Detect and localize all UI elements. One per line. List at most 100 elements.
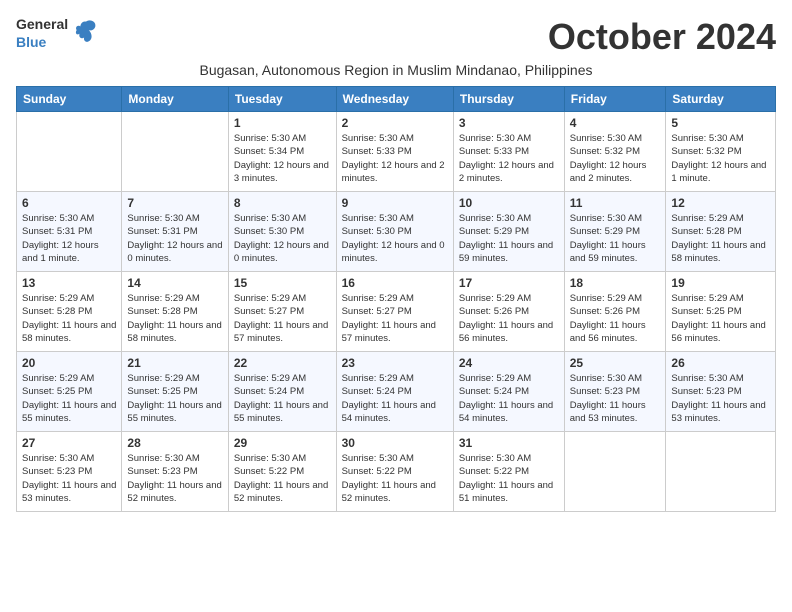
calendar-cell: 11 Sunrise: 5:30 AMSunset: 5:29 PMDayligh…: [564, 192, 666, 272]
calendar-week-row: 6 Sunrise: 5:30 AMSunset: 5:31 PMDaylight…: [17, 192, 776, 272]
calendar-cell: 26Sunrise: 5:30 AMSunset: 5:23 PMDayligh…: [666, 352, 776, 432]
calendar-cell: 20 Sunrise: 5:29 AMSunset: 5:25 PMDayligh…: [17, 352, 122, 432]
day-info: Sunrise: 5:29 AMSunset: 5:27 PMDaylight:…: [342, 292, 448, 345]
day-number: 12: [671, 196, 770, 210]
day-number: 2: [342, 116, 448, 130]
header-wednesday: Wednesday: [336, 87, 453, 112]
day-number: 5: [671, 116, 770, 130]
day-number: 27: [22, 436, 116, 450]
day-info: Sunrise: 5:30 AMSunset: 5:22 PMDaylight:…: [234, 452, 331, 505]
day-info: Sunrise: 5:29 AMSunset: 5:25 PMDaylight:…: [671, 292, 770, 345]
day-number: 28: [127, 436, 222, 450]
day-info: Sunrise: 5:30 AMSunset: 5:23 PMDaylight:…: [570, 372, 661, 425]
day-number: 18: [570, 276, 661, 290]
calendar-table: SundayMondayTuesdayWednesdayThursdayFrid…: [16, 86, 776, 512]
day-number: 3: [459, 116, 559, 130]
day-info: Sunrise: 5:29 AMSunset: 5:24 PMDaylight:…: [459, 372, 559, 425]
calendar-cell: [122, 112, 228, 192]
day-info: Sunrise: 5:30 AMSunset: 5:29 PMDaylight:…: [459, 212, 559, 265]
day-info: Sunrise: 5:30 AMSunset: 5:30 PMDaylight:…: [342, 212, 448, 265]
day-info: Sunrise: 5:29 AMSunset: 5:28 PMDaylight:…: [127, 292, 222, 345]
day-info: Sunrise: 5:30 AMSunset: 5:23 PMDaylight:…: [671, 372, 770, 425]
calendar-week-row: 27 Sunrise: 5:30 AMSunset: 5:23 PMDayligh…: [17, 432, 776, 512]
calendar-cell: 8Sunrise: 5:30 AMSunset: 5:30 PMDaylight…: [228, 192, 336, 272]
day-number: 8: [234, 196, 331, 210]
day-number: 17: [459, 276, 559, 290]
logo-general: General: [16, 16, 68, 32]
day-info: Sunrise: 5:29 AMSunset: 5:26 PMDaylight:…: [570, 292, 661, 345]
calendar-cell: 2 Sunrise: 5:30 AMSunset: 5:33 PMDaylight…: [336, 112, 453, 192]
day-info: Sunrise: 5:30 AMSunset: 5:34 PMDaylight:…: [234, 132, 331, 185]
calendar-cell: [17, 112, 122, 192]
calendar-cell: 29 Sunrise: 5:30 AMSunset: 5:22 PMDayligh…: [228, 432, 336, 512]
calendar-week-row: 1 Sunrise: 5:30 AMSunset: 5:34 PMDaylight…: [17, 112, 776, 192]
day-number: 11: [570, 196, 661, 210]
calendar-cell: 12 Sunrise: 5:29 AMSunset: 5:28 PMDayligh…: [666, 192, 776, 272]
day-number: 31: [459, 436, 559, 450]
day-number: 16: [342, 276, 448, 290]
calendar-cell: 27 Sunrise: 5:30 AMSunset: 5:23 PMDayligh…: [17, 432, 122, 512]
day-info: Sunrise: 5:30 AMSunset: 5:31 PMDaylight:…: [127, 212, 222, 265]
header-sunday: Sunday: [17, 87, 122, 112]
header-monday: Monday: [122, 87, 228, 112]
logo-blue: Blue: [16, 34, 46, 50]
calendar-cell: 21 Sunrise: 5:29 AMSunset: 5:25 PMDayligh…: [122, 352, 228, 432]
day-info: Sunrise: 5:30 AMSunset: 5:32 PMDaylight:…: [570, 132, 661, 185]
month-title: October 2024: [548, 16, 776, 58]
calendar-cell: 18 Sunrise: 5:29 AMSunset: 5:26 PMDayligh…: [564, 272, 666, 352]
day-number: 6: [22, 196, 116, 210]
day-number: 19: [671, 276, 770, 290]
calendar-cell: 28 Sunrise: 5:30 AMSunset: 5:23 PMDayligh…: [122, 432, 228, 512]
calendar-cell: 15 Sunrise: 5:29 AMSunset: 5:27 PMDayligh…: [228, 272, 336, 352]
day-number: 24: [459, 356, 559, 370]
calendar-cell: 10 Sunrise: 5:30 AMSunset: 5:29 PMDayligh…: [453, 192, 564, 272]
day-info: Sunrise: 5:30 AMSunset: 5:29 PMDaylight:…: [570, 212, 661, 265]
day-info: Sunrise: 5:30 AMSunset: 5:22 PMDaylight:…: [342, 452, 448, 505]
calendar-cell: 14 Sunrise: 5:29 AMSunset: 5:28 PMDayligh…: [122, 272, 228, 352]
logo: General Blue: [16, 16, 100, 52]
day-number: 1: [234, 116, 331, 130]
calendar-cell: 16 Sunrise: 5:29 AMSunset: 5:27 PMDayligh…: [336, 272, 453, 352]
bird-icon: [72, 17, 100, 50]
day-number: 21: [127, 356, 222, 370]
day-number: 20: [22, 356, 116, 370]
header-saturday: Saturday: [666, 87, 776, 112]
day-info: Sunrise: 5:29 AMSunset: 5:27 PMDaylight:…: [234, 292, 331, 345]
header-tuesday: Tuesday: [228, 87, 336, 112]
day-info: Sunrise: 5:29 AMSunset: 5:28 PMDaylight:…: [22, 292, 116, 345]
calendar-cell: [666, 432, 776, 512]
page-subtitle: Bugasan, Autonomous Region in Muslim Min…: [16, 62, 776, 78]
day-number: 4: [570, 116, 661, 130]
day-number: 7: [127, 196, 222, 210]
calendar-cell: 13 Sunrise: 5:29 AMSunset: 5:28 PMDayligh…: [17, 272, 122, 352]
day-number: 13: [22, 276, 116, 290]
day-number: 15: [234, 276, 331, 290]
day-number: 9: [342, 196, 448, 210]
day-number: 23: [342, 356, 448, 370]
calendar-cell: 25Sunrise: 5:30 AMSunset: 5:23 PMDayligh…: [564, 352, 666, 432]
calendar-cell: 22 Sunrise: 5:29 AMSunset: 5:24 PMDayligh…: [228, 352, 336, 432]
calendar-cell: 5 Sunrise: 5:30 AMSunset: 5:32 PMDaylight…: [666, 112, 776, 192]
calendar-cell: 23Sunrise: 5:29 AMSunset: 5:24 PMDayligh…: [336, 352, 453, 432]
day-number: 22: [234, 356, 331, 370]
day-number: 10: [459, 196, 559, 210]
day-info: Sunrise: 5:29 AMSunset: 5:25 PMDaylight:…: [127, 372, 222, 425]
day-number: 14: [127, 276, 222, 290]
day-number: 29: [234, 436, 331, 450]
day-info: Sunrise: 5:30 AMSunset: 5:33 PMDaylight:…: [459, 132, 559, 185]
header-thursday: Thursday: [453, 87, 564, 112]
day-info: Sunrise: 5:30 AMSunset: 5:22 PMDaylight:…: [459, 452, 559, 505]
day-info: Sunrise: 5:30 AMSunset: 5:32 PMDaylight:…: [671, 132, 770, 185]
calendar-cell: 4 Sunrise: 5:30 AMSunset: 5:32 PMDaylight…: [564, 112, 666, 192]
calendar-cell: 24 Sunrise: 5:29 AMSunset: 5:24 PMDayligh…: [453, 352, 564, 432]
logo-text: General Blue: [16, 16, 100, 52]
day-info: Sunrise: 5:30 AMSunset: 5:33 PMDaylight:…: [342, 132, 448, 185]
day-info: Sunrise: 5:30 AMSunset: 5:23 PMDaylight:…: [127, 452, 222, 505]
day-info: Sunrise: 5:29 AMSunset: 5:28 PMDaylight:…: [671, 212, 770, 265]
calendar-cell: 9 Sunrise: 5:30 AMSunset: 5:30 PMDaylight…: [336, 192, 453, 272]
day-info: Sunrise: 5:29 AMSunset: 5:25 PMDaylight:…: [22, 372, 116, 425]
calendar-week-row: 13 Sunrise: 5:29 AMSunset: 5:28 PMDayligh…: [17, 272, 776, 352]
day-info: Sunrise: 5:29 AMSunset: 5:24 PMDaylight:…: [234, 372, 331, 425]
calendar-cell: [564, 432, 666, 512]
day-info: Sunrise: 5:30 AMSunset: 5:23 PMDaylight:…: [22, 452, 116, 505]
